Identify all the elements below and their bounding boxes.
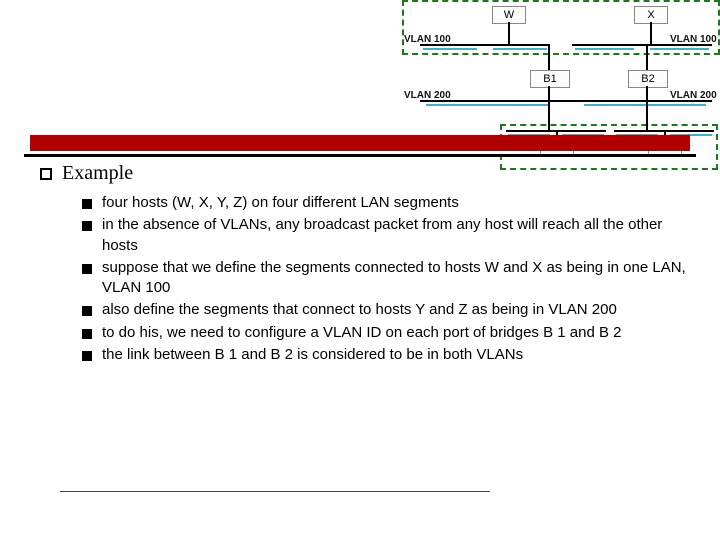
conn-w xyxy=(508,22,510,44)
bullet-text: four hosts (W, X, Y, Z) on four differen… xyxy=(102,193,690,213)
bullet-text: in the absence of VLANs, any broadcast p… xyxy=(102,215,690,256)
list-item: suppose that we define the segments conn… xyxy=(82,258,690,299)
slide-content: Example four hosts (W, X, Y, Z) on four … xyxy=(40,152,690,367)
list-item: the link between B 1 and B 2 is consider… xyxy=(82,345,690,365)
bullet-text: suppose that we define the segments conn… xyxy=(102,258,690,299)
conn-b2-dn xyxy=(646,86,648,130)
bullet-text: also define the segments that connect to… xyxy=(102,300,690,320)
bullet-icon xyxy=(82,351,92,361)
list-item: to do his, we need to configure a VLAN I… xyxy=(82,323,690,343)
bullet-text: to do his, we need to configure a VLAN I… xyxy=(102,323,690,343)
bullet-text: the link between B 1 and B 2 is consider… xyxy=(102,345,690,365)
bullet-icon xyxy=(82,221,92,231)
heading-row: Example xyxy=(40,162,690,185)
bullet-icon xyxy=(82,306,92,316)
bullet-icon xyxy=(82,329,92,339)
segment-mid xyxy=(420,100,712,102)
host-w-label: W xyxy=(504,9,514,21)
list-item: in the absence of VLANs, any broadcast p… xyxy=(82,215,690,256)
conn-x xyxy=(650,22,652,44)
bridge-b1: B1 xyxy=(530,70,570,88)
bridge-b2-label: B2 xyxy=(641,73,654,85)
vlan100-label-right: VLAN 100 xyxy=(670,34,717,45)
vlan100-label-left: VLAN 100 xyxy=(404,34,451,45)
vlan200-label-left: VLAN 200 xyxy=(404,90,451,101)
vlan200-label-right: VLAN 200 xyxy=(670,90,717,101)
bullet-icon xyxy=(82,264,92,274)
footer-rule xyxy=(60,491,490,492)
bridge-b1-label: B1 xyxy=(543,73,556,85)
conn-b1-up xyxy=(548,44,550,70)
list-item: four hosts (W, X, Y, Z) on four differen… xyxy=(82,193,690,213)
conn-b2-up xyxy=(646,44,648,70)
heading-bullet-icon xyxy=(40,168,52,180)
bullet-icon xyxy=(82,199,92,209)
bullet-list: four hosts (W, X, Y, Z) on four differen… xyxy=(40,193,690,365)
heading-text: Example xyxy=(62,162,133,184)
bridge-b2: B2 xyxy=(628,70,668,88)
host-x-label: X xyxy=(647,9,654,21)
list-item: also define the segments that connect to… xyxy=(82,300,690,320)
title-bar xyxy=(30,135,690,151)
conn-b1-dn xyxy=(548,86,550,130)
vlan100-outline xyxy=(402,0,720,55)
